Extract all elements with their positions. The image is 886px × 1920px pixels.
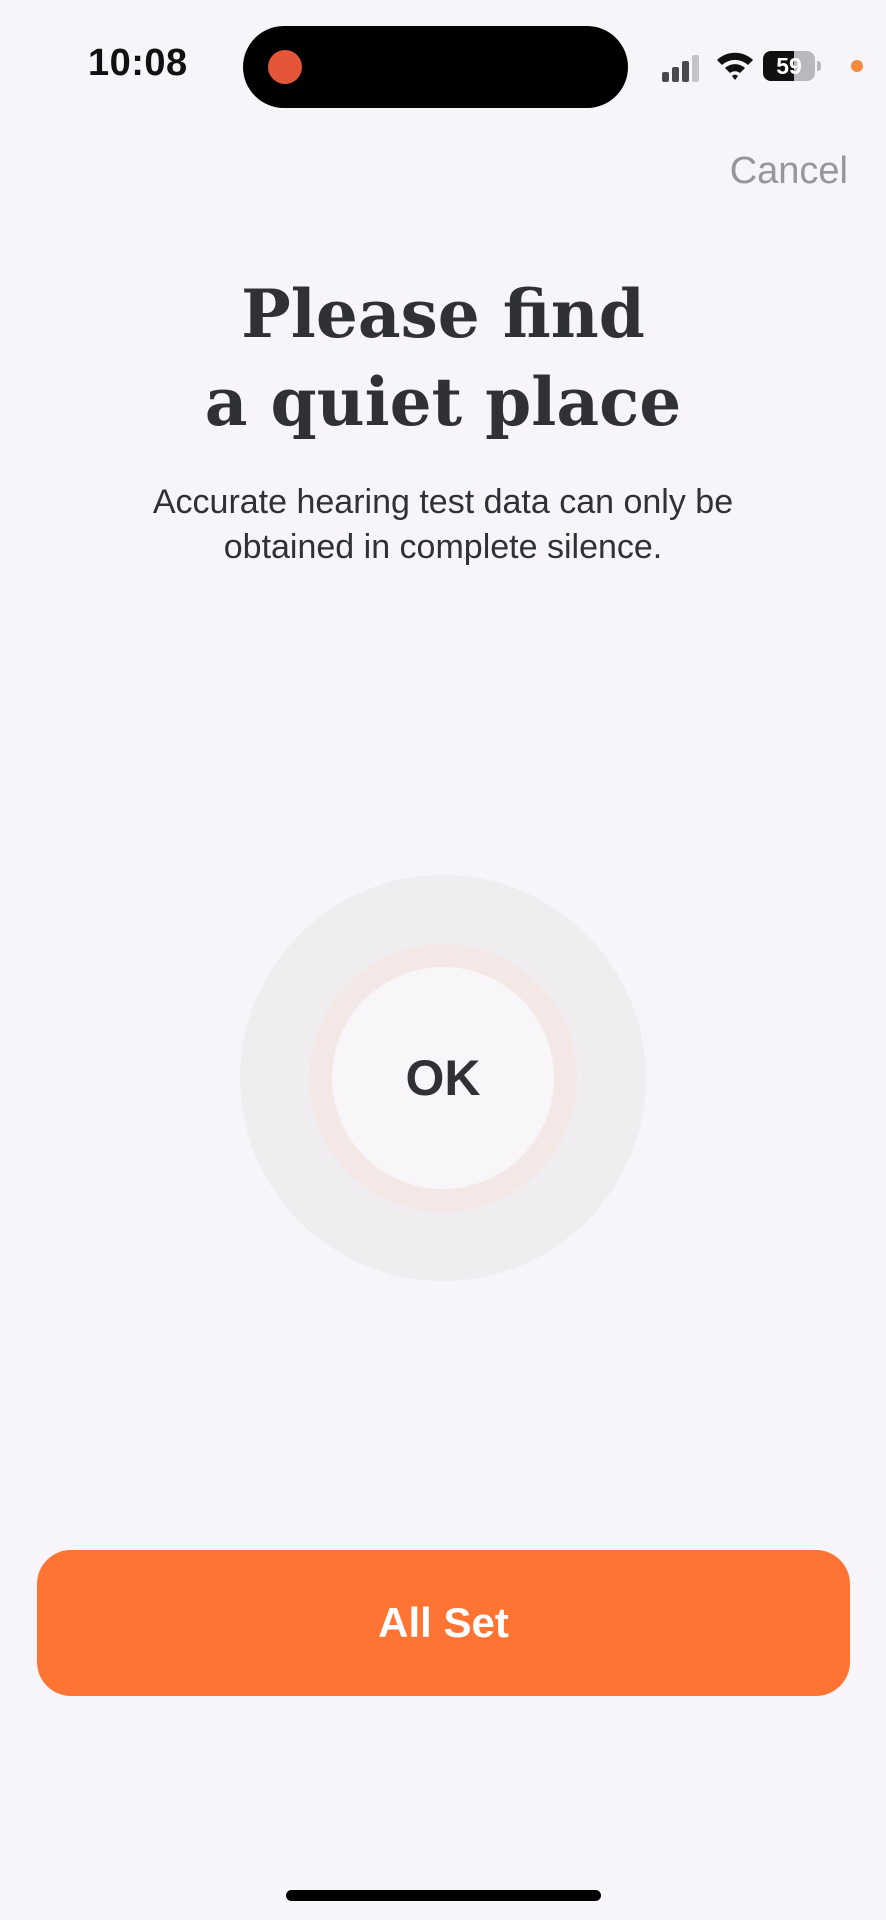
- page-subtitle-line-1: Accurate hearing test data can only be: [152, 483, 734, 521]
- all-set-button[interactable]: All Set: [37, 1550, 850, 1696]
- battery-percent: 59: [776, 53, 802, 79]
- battery-icon: 59: [763, 51, 821, 81]
- cellular-signal-icon: [662, 55, 699, 82]
- page-subtitle: Accurate hearing test data can only be o…: [60, 480, 826, 570]
- home-indicator[interactable]: [286, 1890, 601, 1901]
- status-time: 10:08: [88, 42, 188, 84]
- quiet-place-screen: 10:08 59 Cancel Please find a quiet plac…: [0, 0, 886, 1920]
- battery-body: 59: [763, 51, 815, 81]
- recording-indicator-icon: [268, 50, 302, 84]
- noise-level-status: OK: [405, 1050, 481, 1106]
- battery-tip: [817, 61, 821, 71]
- page-title: Please find a quiet place: [0, 270, 886, 446]
- page-subtitle-line-2: obtained in complete silence.: [223, 528, 663, 566]
- wifi-icon: [717, 52, 753, 80]
- cancel-button[interactable]: Cancel: [730, 150, 848, 193]
- page-title-line-2: a quiet place: [204, 363, 682, 441]
- page-title-line-1: Please find: [241, 275, 645, 353]
- privacy-indicator-icon: [851, 60, 863, 72]
- dynamic-island: [243, 26, 628, 108]
